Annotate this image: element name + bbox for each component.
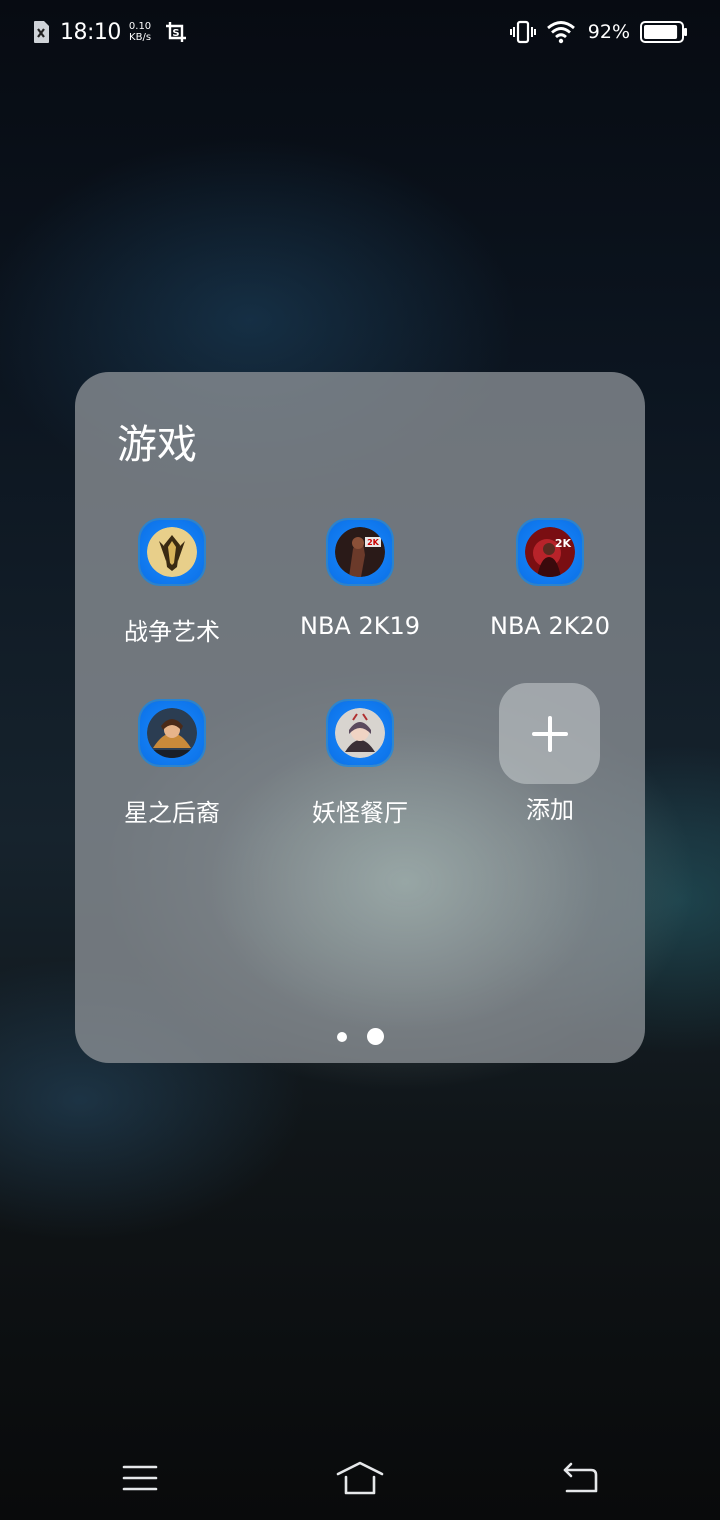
wifi-icon bbox=[546, 21, 575, 44]
back-icon bbox=[563, 1462, 598, 1493]
app-label: NBA 2K19 bbox=[299, 612, 420, 640]
status-bar: 18:10 0.10 KB/s S 92% bbox=[0, 0, 720, 64]
menu-icon bbox=[122, 1465, 158, 1491]
app-nba-2k20[interactable]: 2K NBA 2K20 bbox=[455, 520, 645, 670]
nba-2k20-icon[interactable]: 2K bbox=[518, 520, 582, 584]
home-button[interactable] bbox=[332, 1454, 388, 1502]
battery-icon bbox=[640, 21, 687, 43]
sim-icon bbox=[34, 21, 49, 43]
home-icon bbox=[336, 1461, 384, 1495]
add-app-label: 添加 bbox=[526, 796, 574, 824]
page-indicator bbox=[75, 1028, 645, 1045]
network-speed: 0.10 KB/s bbox=[129, 21, 151, 43]
network-speed-unit: KB/s bbox=[129, 32, 152, 43]
page-dot-1[interactable] bbox=[336, 1031, 347, 1042]
menu-button[interactable] bbox=[112, 1454, 168, 1502]
app-label: NBA 2K20 bbox=[489, 612, 610, 640]
yokai-restaurant-icon[interactable] bbox=[328, 701, 392, 765]
navigation-bar bbox=[0, 1440, 720, 1520]
svg-text:2K: 2K bbox=[367, 538, 380, 547]
app-star-descendant[interactable]: 星之后裔 bbox=[77, 701, 267, 851]
svg-text:S: S bbox=[173, 28, 180, 39]
svg-text:2K: 2K bbox=[555, 537, 572, 550]
app-art-of-war[interactable]: 战争艺术 bbox=[77, 520, 267, 670]
app-label: 战争艺术 bbox=[124, 618, 220, 646]
screenshot-icon: S bbox=[166, 22, 187, 42]
app-folder: 游戏 战争艺术 2K NBA 2K19 2K NBA 2K20 星之后裔 妖怪餐… bbox=[75, 372, 645, 1063]
app-label: 星之后裔 bbox=[124, 799, 220, 827]
status-time: 18:10 bbox=[60, 19, 121, 45]
battery-percent: 92% bbox=[587, 21, 630, 43]
page-dot-2-active[interactable] bbox=[366, 1028, 384, 1045]
folder-title[interactable]: 游戏 bbox=[117, 412, 197, 470]
star-descendant-icon[interactable] bbox=[140, 701, 204, 765]
vibrate-icon bbox=[509, 20, 536, 44]
add-app-button[interactable] bbox=[499, 683, 600, 784]
app-yokai-restaurant[interactable]: 妖怪餐厅 bbox=[265, 701, 455, 851]
app-nba-2k19[interactable]: 2K NBA 2K19 bbox=[265, 520, 455, 670]
art-of-war-icon[interactable] bbox=[140, 520, 204, 584]
back-button[interactable] bbox=[552, 1454, 608, 1502]
app-label: 妖怪餐厅 bbox=[312, 799, 408, 827]
nba-2k19-icon[interactable]: 2K bbox=[328, 520, 392, 584]
plus-icon bbox=[531, 715, 568, 752]
network-speed-value: 0.10 bbox=[128, 21, 152, 32]
